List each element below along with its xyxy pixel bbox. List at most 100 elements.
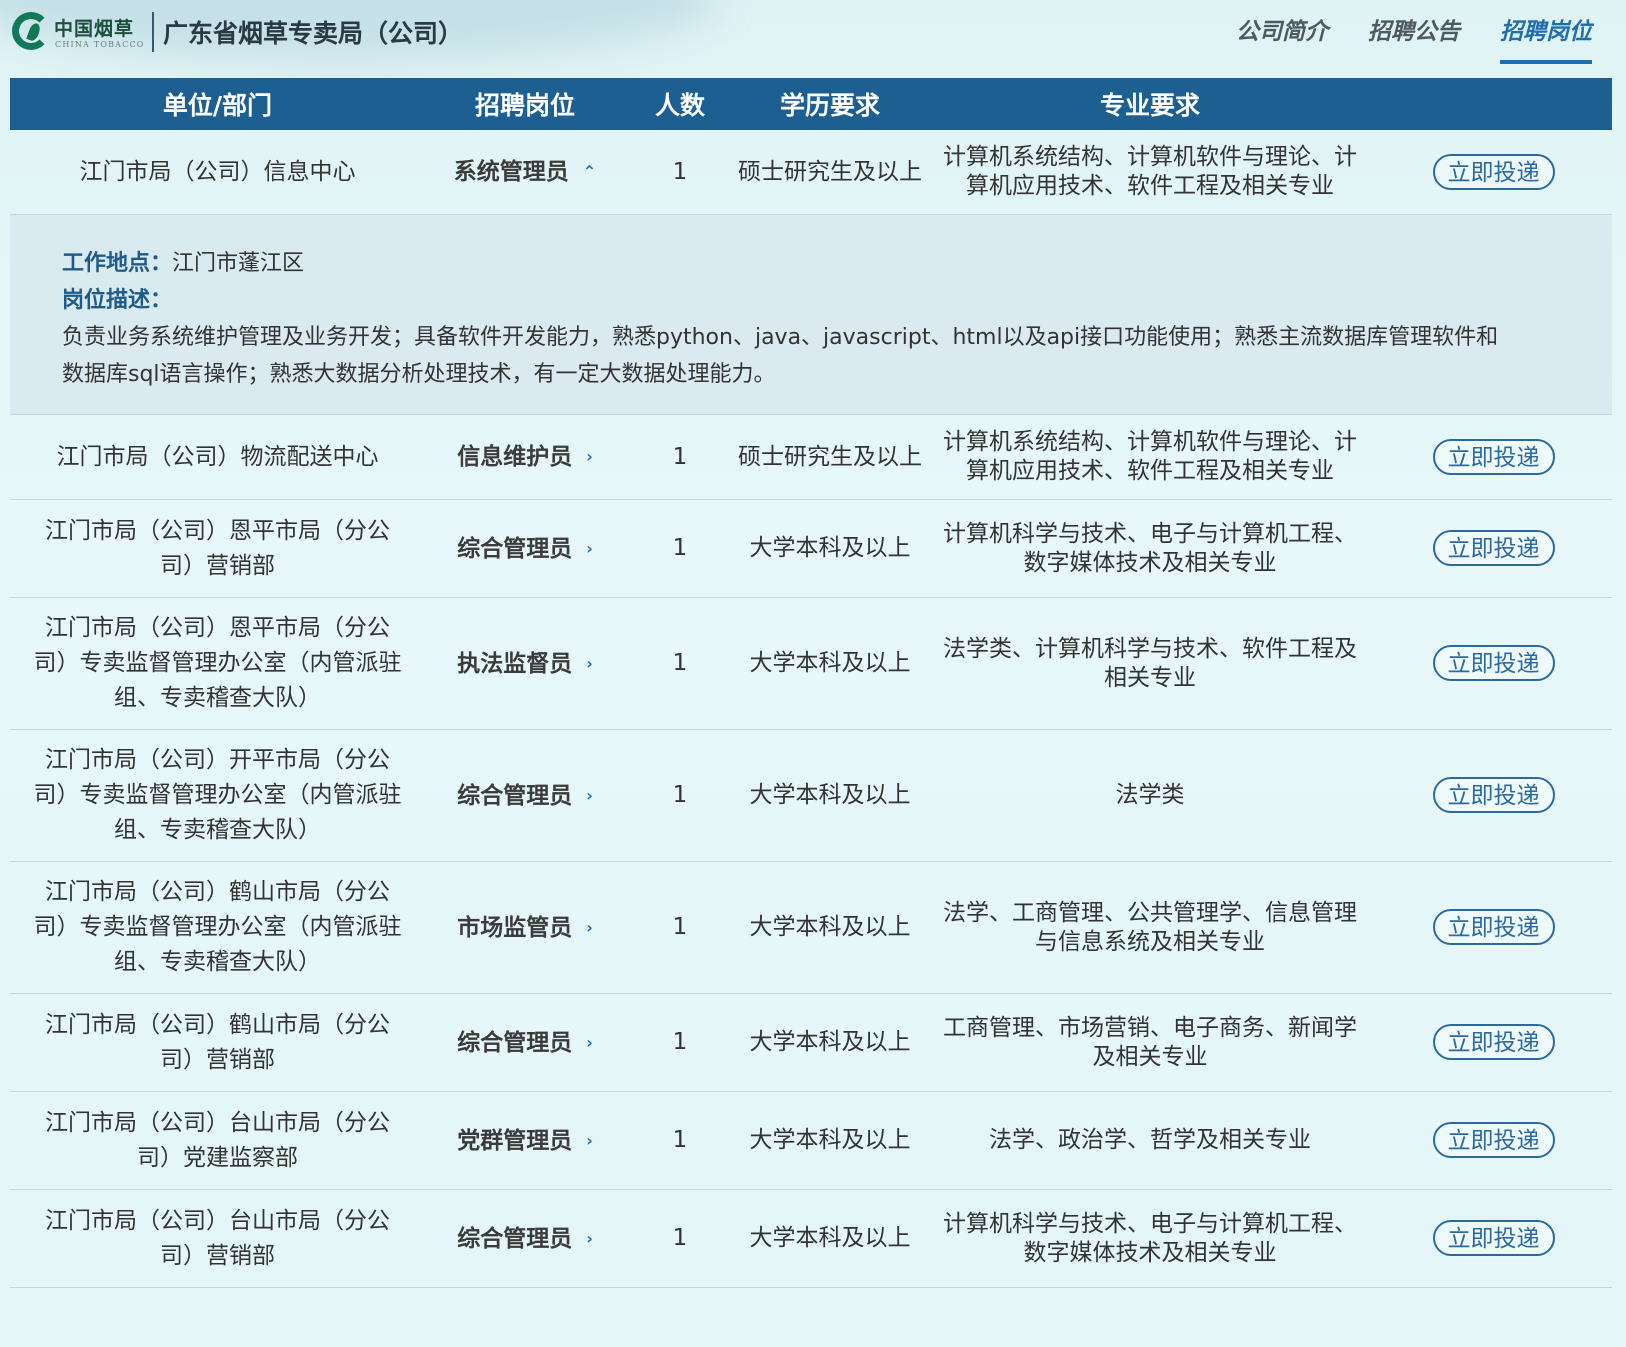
chevron-up-icon[interactable]: ⌃ bbox=[583, 154, 596, 189]
cell-position[interactable]: 综合管理员 › bbox=[425, 778, 625, 814]
cell-action: 立即投递 bbox=[1375, 1220, 1612, 1257]
chevron-right-icon[interactable]: › bbox=[586, 1221, 593, 1256]
cell-count: 1 bbox=[672, 1225, 688, 1251]
cell-position[interactable]: 综合管理员 › bbox=[425, 531, 625, 567]
cell-position[interactable]: 系统管理员 ⌃ bbox=[425, 154, 625, 190]
cell-position[interactable]: 党群管理员 › bbox=[425, 1123, 625, 1159]
chevron-right-icon[interactable]: › bbox=[586, 531, 593, 566]
cell-count: 1 bbox=[672, 782, 688, 808]
work-location: 工作地点：江门市蓬江区 bbox=[62, 245, 1612, 282]
cell-unit: 江门市局（公司）信息中心 bbox=[79, 158, 356, 185]
apply-button[interactable]: 立即投递 bbox=[1432, 1024, 1555, 1060]
header-education: 学历要求 bbox=[779, 91, 880, 120]
cell-count: 1 bbox=[672, 650, 688, 676]
chevron-right-icon[interactable]: › bbox=[586, 646, 593, 681]
apply-button[interactable]: 立即投递 bbox=[1432, 530, 1555, 566]
position-label: 综合管理员 bbox=[457, 1029, 573, 1056]
logo-text-cn: 中国烟草 bbox=[54, 18, 135, 40]
table-row[interactable]: 江门市局（公司）鹤山市局（分公司）营销部 综合管理员 › 1 大学本科及以上 工商… bbox=[10, 994, 1612, 1092]
cell-action: 立即投递 bbox=[1375, 438, 1612, 476]
cell-unit: 江门市局（公司）恩平市局（分公司）专卖监督管理办公室（内管派驻组、专卖稽查大队） bbox=[33, 615, 402, 711]
cell-count: 1 bbox=[672, 158, 688, 185]
chevron-right-icon[interactable]: › bbox=[586, 910, 593, 945]
cell-action: 立即投递 bbox=[1375, 777, 1612, 814]
main-nav: 公司简介 招聘公告 招聘岗位 bbox=[1236, 12, 1592, 64]
cell-unit: 江门市局（公司）开平市局（分公司）专卖监督管理办公室（内管派驻组、专卖稽查大队） bbox=[33, 747, 402, 843]
nav-recruit-notice[interactable]: 招聘公告 bbox=[1368, 12, 1460, 64]
cell-major: 法学类、计算机科学与技术、软件工程及相关专业 bbox=[943, 635, 1357, 691]
logo-text-en: CHINA TOBACCO bbox=[55, 40, 145, 49]
chevron-right-icon[interactable]: › bbox=[586, 1123, 593, 1158]
nav-recruit-positions[interactable]: 招聘岗位 bbox=[1500, 12, 1592, 64]
apply-button[interactable]: 立即投递 bbox=[1432, 777, 1555, 813]
cell-unit: 江门市局（公司）恩平市局（分公司）营销部 bbox=[45, 517, 390, 579]
cell-action: 立即投递 bbox=[1375, 153, 1612, 191]
chevron-right-icon[interactable]: › bbox=[586, 1025, 593, 1060]
cell-position[interactable]: 执法监督员 › bbox=[425, 646, 625, 682]
header-unit: 单位/部门 bbox=[162, 91, 273, 120]
cell-count: 1 bbox=[672, 914, 688, 940]
cell-position[interactable]: 市场监管员 › bbox=[425, 910, 625, 946]
position-label: 系统管理员 bbox=[453, 159, 569, 185]
cell-major: 法学、工商管理、公共管理学、信息管理与信息系统及相关专业 bbox=[943, 899, 1357, 955]
cell-major: 计算机系统结构、计算机软件与理论、计算机应用技术、软件工程及相关专业 bbox=[943, 429, 1357, 484]
cell-education: 大学本科及以上 bbox=[749, 650, 911, 676]
job-description-text: 负责业务系统维护管理及业务开发；具备软件开发能力，熟悉python、java、j… bbox=[62, 325, 1499, 387]
cell-action: 立即投递 bbox=[1375, 645, 1612, 682]
chevron-right-icon[interactable]: › bbox=[586, 439, 593, 474]
table-row[interactable]: 江门市局（公司）鹤山市局（分公司）专卖监督管理办公室（内管派驻组、专卖稽查大队）… bbox=[10, 862, 1612, 994]
apply-button[interactable]: 立即投递 bbox=[1432, 909, 1555, 945]
work-location-value: 江门市蓬江区 bbox=[172, 251, 305, 276]
cell-education: 大学本科及以上 bbox=[749, 535, 911, 561]
table-row[interactable]: 江门市局（公司）恩平市局（分公司）专卖监督管理办公室（内管派驻组、专卖稽查大队）… bbox=[10, 598, 1612, 730]
cell-education: 硕士研究生及以上 bbox=[738, 158, 922, 185]
nav-company-intro[interactable]: 公司简介 bbox=[1236, 12, 1328, 64]
table-row[interactable]: 江门市局（公司）信息中心 系统管理员 ⌃ 1 硕士研究生及以上 计算机系统结构、计… bbox=[10, 130, 1612, 215]
table-row[interactable]: 江门市局（公司）台山市局（分公司）营销部 综合管理员 › 1 大学本科及以上 计算… bbox=[10, 1190, 1612, 1288]
cell-position[interactable]: 综合管理员 › bbox=[425, 1221, 625, 1257]
site-title: 广东省烟草专卖局（公司） bbox=[163, 19, 464, 48]
position-label: 综合管理员 bbox=[457, 535, 573, 562]
cell-major: 计算机科学与技术、电子与计算机工程、数字媒体技术及相关专业 bbox=[943, 1210, 1357, 1266]
cell-major: 法学类 bbox=[1115, 782, 1185, 808]
cell-unit: 江门市局（公司）物流配送中心 bbox=[56, 443, 379, 470]
cell-position[interactable]: 综合管理员 › bbox=[425, 1025, 625, 1061]
cell-count: 1 bbox=[672, 443, 688, 470]
table-row[interactable]: 江门市局（公司）台山市局（分公司）党建监察部 党群管理员 › 1 大学本科及以上 … bbox=[10, 1092, 1612, 1190]
cell-education: 大学本科及以上 bbox=[749, 1127, 911, 1153]
chevron-right-icon[interactable]: › bbox=[586, 778, 593, 813]
job-description-label: 岗位描述： bbox=[62, 288, 173, 313]
cell-action: 立即投递 bbox=[1375, 909, 1612, 946]
table-row[interactable]: 江门市局（公司）开平市局（分公司）专卖监督管理办公室（内管派驻组、专卖稽查大队）… bbox=[10, 730, 1612, 862]
apply-button[interactable]: 立即投递 bbox=[1432, 153, 1555, 190]
table-row[interactable]: 江门市局（公司）恩平市局（分公司）营销部 综合管理员 › 1 大学本科及以上 计算… bbox=[10, 500, 1612, 598]
cell-education: 大学本科及以上 bbox=[749, 1029, 911, 1055]
header-major: 专业要求 bbox=[1099, 91, 1200, 120]
cell-education: 硕士研究生及以上 bbox=[738, 443, 922, 470]
apply-button[interactable]: 立即投递 bbox=[1432, 1220, 1555, 1256]
position-label: 市场监管员 bbox=[457, 914, 573, 941]
apply-button[interactable]: 立即投递 bbox=[1432, 645, 1555, 681]
position-label: 综合管理员 bbox=[457, 782, 573, 809]
positions-table: 单位/部门 招聘岗位 人数 学历要求 专业要求 江门市局（公司）信息中心 系统管… bbox=[10, 78, 1612, 1288]
table-header: 单位/部门 招聘岗位 人数 学历要求 专业要求 bbox=[10, 78, 1612, 130]
cell-major: 计算机系统结构、计算机软件与理论、计算机应用技术、软件工程及相关专业 bbox=[943, 144, 1357, 199]
cell-count: 1 bbox=[672, 535, 688, 561]
cell-action: 立即投递 bbox=[1375, 1024, 1612, 1061]
table-row[interactable]: 江门市局（公司）物流配送中心 信息维护员 › 1 硕士研究生及以上 计算机系统结构… bbox=[10, 415, 1612, 500]
apply-button[interactable]: 立即投递 bbox=[1432, 438, 1555, 475]
cell-unit: 江门市局（公司）台山市局（分公司）党建监察部 bbox=[45, 1109, 390, 1171]
cell-count: 1 bbox=[672, 1127, 688, 1153]
cell-education: 大学本科及以上 bbox=[749, 782, 911, 808]
apply-button[interactable]: 立即投递 bbox=[1432, 1122, 1555, 1158]
cell-education: 大学本科及以上 bbox=[749, 1225, 911, 1251]
cell-position[interactable]: 信息维护员 › bbox=[425, 439, 625, 475]
china-tobacco-logo-icon bbox=[12, 12, 50, 50]
logo-divider bbox=[152, 12, 154, 52]
site-header: 中国烟草 CHINA TOBACCO 广东省烟草专卖局（公司） 公司简介 招聘公… bbox=[0, 0, 1626, 78]
work-location-label: 工作地点： bbox=[62, 251, 173, 276]
position-detail-panel: 工作地点：江门市蓬江区 岗位描述： 负责业务系统维护管理及业务开发；具备软件开发… bbox=[10, 215, 1612, 415]
header-position: 招聘岗位 bbox=[474, 91, 575, 120]
cell-unit: 江门市局（公司）台山市局（分公司）营销部 bbox=[45, 1207, 390, 1269]
cell-education: 大学本科及以上 bbox=[749, 914, 911, 940]
